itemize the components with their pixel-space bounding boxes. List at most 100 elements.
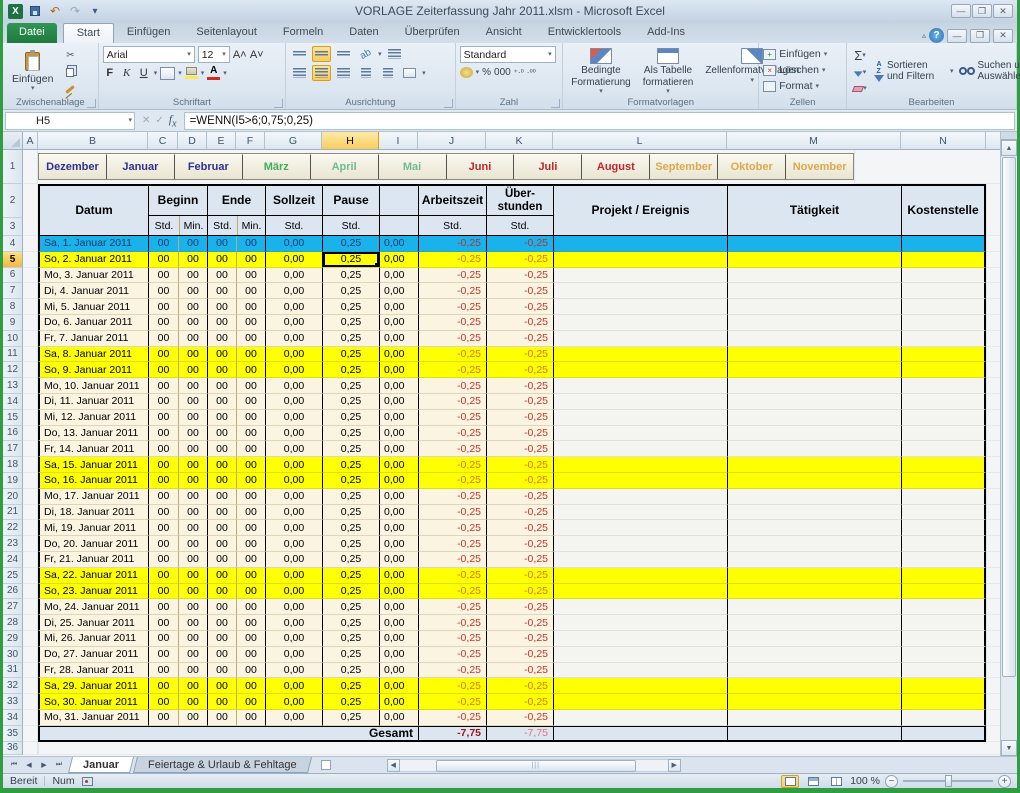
column-header-g[interactable]: G — [265, 132, 322, 150]
cell-E27[interactable]: 00 — [207, 599, 236, 615]
cell-H23[interactable]: 0,25 — [322, 536, 379, 552]
cell-K25[interactable]: -0,25 — [486, 568, 553, 584]
delete-cells-button[interactable]: ×Löschen▾ — [763, 62, 842, 78]
row-header[interactable]: 27 — [3, 599, 23, 615]
cell-C27[interactable]: 00 — [148, 599, 178, 615]
cell-E22[interactable]: 00 — [207, 520, 236, 536]
cell-I13[interactable]: 0,00 — [379, 378, 418, 394]
cell-M21[interactable] — [727, 505, 901, 521]
cell-K14[interactable]: -0,25 — [486, 394, 553, 410]
cell-D24[interactable]: 00 — [178, 552, 207, 568]
cell-N4[interactable] — [901, 236, 986, 252]
cell-H14[interactable]: 0,25 — [322, 394, 379, 410]
cell-H27[interactable]: 0,25 — [322, 599, 379, 615]
month-button-juli[interactable]: Juli — [514, 154, 582, 179]
cell-M29[interactable] — [727, 631, 901, 647]
cell-G10[interactable]: 0,00 — [265, 331, 322, 347]
increase-indent-icon[interactable] — [378, 65, 397, 81]
cell-D31[interactable]: 00 — [178, 663, 207, 679]
enter-icon[interactable]: ✓ — [155, 115, 163, 126]
cell-I21[interactable]: 0,00 — [379, 505, 418, 521]
cell-N34[interactable] — [901, 710, 986, 726]
cell-B14[interactable]: Di, 11. Januar 2011 — [38, 394, 148, 410]
cell-L29[interactable] — [553, 631, 727, 647]
cell-I29[interactable]: 0,00 — [379, 631, 418, 647]
cell-M18[interactable] — [727, 457, 901, 473]
cell-C30[interactable]: 00 — [148, 647, 178, 663]
horizontal-scrollbar[interactable]: ◀ ||| ▶ — [387, 758, 681, 772]
cell-F34[interactable]: 00 — [236, 710, 265, 726]
cell-B18[interactable]: Sa, 15. Januar 2011 — [38, 457, 148, 473]
cell-H19[interactable]: 0,25 — [322, 473, 379, 489]
month-button-november[interactable]: November — [786, 154, 853, 179]
cell-M7[interactable] — [727, 283, 901, 299]
cell-J28[interactable]: -0,25 — [418, 615, 486, 631]
cell-G28[interactable]: 0,00 — [265, 615, 322, 631]
row-header[interactable]: 10 — [3, 331, 23, 347]
cell-M11[interactable] — [727, 347, 901, 363]
cell-B8[interactable]: Mi, 5. Januar 2011 — [38, 299, 148, 315]
cell-M31[interactable] — [727, 663, 901, 679]
cell-G7[interactable]: 0,00 — [265, 283, 322, 299]
column-header-h[interactable]: H — [322, 132, 379, 150]
cell-K7[interactable]: -0,25 — [486, 283, 553, 299]
cell-E19[interactable]: 00 — [207, 473, 236, 489]
row-header[interactable]: 19 — [3, 473, 23, 489]
cell-D11[interactable]: 00 — [178, 347, 207, 363]
cell-M26[interactable] — [727, 584, 901, 600]
cell-N20[interactable] — [901, 489, 986, 505]
workbook-close-button[interactable]: ✕ — [993, 29, 1013, 43]
cell-I12[interactable]: 0,00 — [379, 362, 418, 378]
cell-E33[interactable]: 00 — [207, 694, 236, 710]
insert-function-icon[interactable]: fx — [169, 112, 177, 129]
help-icon[interactable]: ? — [929, 28, 944, 43]
tab-entwicklertools[interactable]: Entwicklertools — [535, 23, 634, 43]
cell-N18[interactable] — [901, 457, 986, 473]
cell-D10[interactable]: 00 — [178, 331, 207, 347]
cell-H32[interactable]: 0,25 — [322, 678, 379, 694]
cell-H24[interactable]: 0,25 — [322, 552, 379, 568]
cell-I24[interactable]: 0,00 — [379, 552, 418, 568]
cell-F6[interactable]: 00 — [236, 268, 265, 284]
page-break-view-button[interactable] — [827, 775, 845, 788]
cell-L10[interactable] — [553, 331, 727, 347]
cell-D5[interactable]: 00 — [178, 252, 207, 268]
font-size-select[interactable]: 12▾ — [198, 46, 230, 63]
cell-C24[interactable]: 00 — [148, 552, 178, 568]
cell-F24[interactable]: 00 — [236, 552, 265, 568]
cell-N22[interactable] — [901, 520, 986, 536]
row-header[interactable]: 31 — [3, 663, 23, 679]
paste-button[interactable]: Einfügen ▾ — [7, 46, 58, 97]
row-header[interactable]: 28 — [3, 615, 23, 631]
cell-H18[interactable]: 0,25 — [322, 457, 379, 473]
scroll-right-icon[interactable]: ▶ — [668, 759, 681, 772]
cell-B12[interactable]: So, 9. Januar 2011 — [38, 362, 148, 378]
row-header[interactable]: 11 — [3, 347, 23, 363]
month-button-februar[interactable]: Februar — [175, 154, 243, 179]
cell-F28[interactable]: 00 — [236, 615, 265, 631]
cell-J29[interactable]: -0,25 — [418, 631, 486, 647]
cell-E17[interactable]: 00 — [207, 441, 236, 457]
cell-J27[interactable]: -0,25 — [418, 599, 486, 615]
cell-C4[interactable]: 00 — [148, 236, 178, 252]
cell-B33[interactable]: So, 30. Januar 2011 — [38, 694, 148, 710]
select-all-corner[interactable] — [3, 132, 23, 150]
cell-K26[interactable]: -0,25 — [486, 584, 553, 600]
cell-J26[interactable]: -0,25 — [418, 584, 486, 600]
cell-G20[interactable]: 0,00 — [265, 489, 322, 505]
cell-J35[interactable]: -7,75 — [418, 726, 486, 742]
cell-L28[interactable] — [553, 615, 727, 631]
cell-H9[interactable]: 0,25 — [322, 315, 379, 331]
cell-C28[interactable]: 00 — [148, 615, 178, 631]
align-center-icon[interactable] — [312, 65, 331, 81]
cell-E10[interactable]: 00 — [207, 331, 236, 347]
cell-F5[interactable]: 00 — [236, 252, 265, 268]
cell-C18[interactable]: 00 — [148, 457, 178, 473]
cell-H21[interactable]: 0,25 — [322, 505, 379, 521]
cell-J22[interactable]: -0,25 — [418, 520, 486, 536]
cell-E25[interactable]: 00 — [207, 568, 236, 584]
cell-K13[interactable]: -0,25 — [486, 378, 553, 394]
row-header[interactable]: 17 — [3, 441, 23, 457]
bold-button[interactable]: F — [103, 67, 117, 79]
cell-J33[interactable]: -0,25 — [418, 694, 486, 710]
